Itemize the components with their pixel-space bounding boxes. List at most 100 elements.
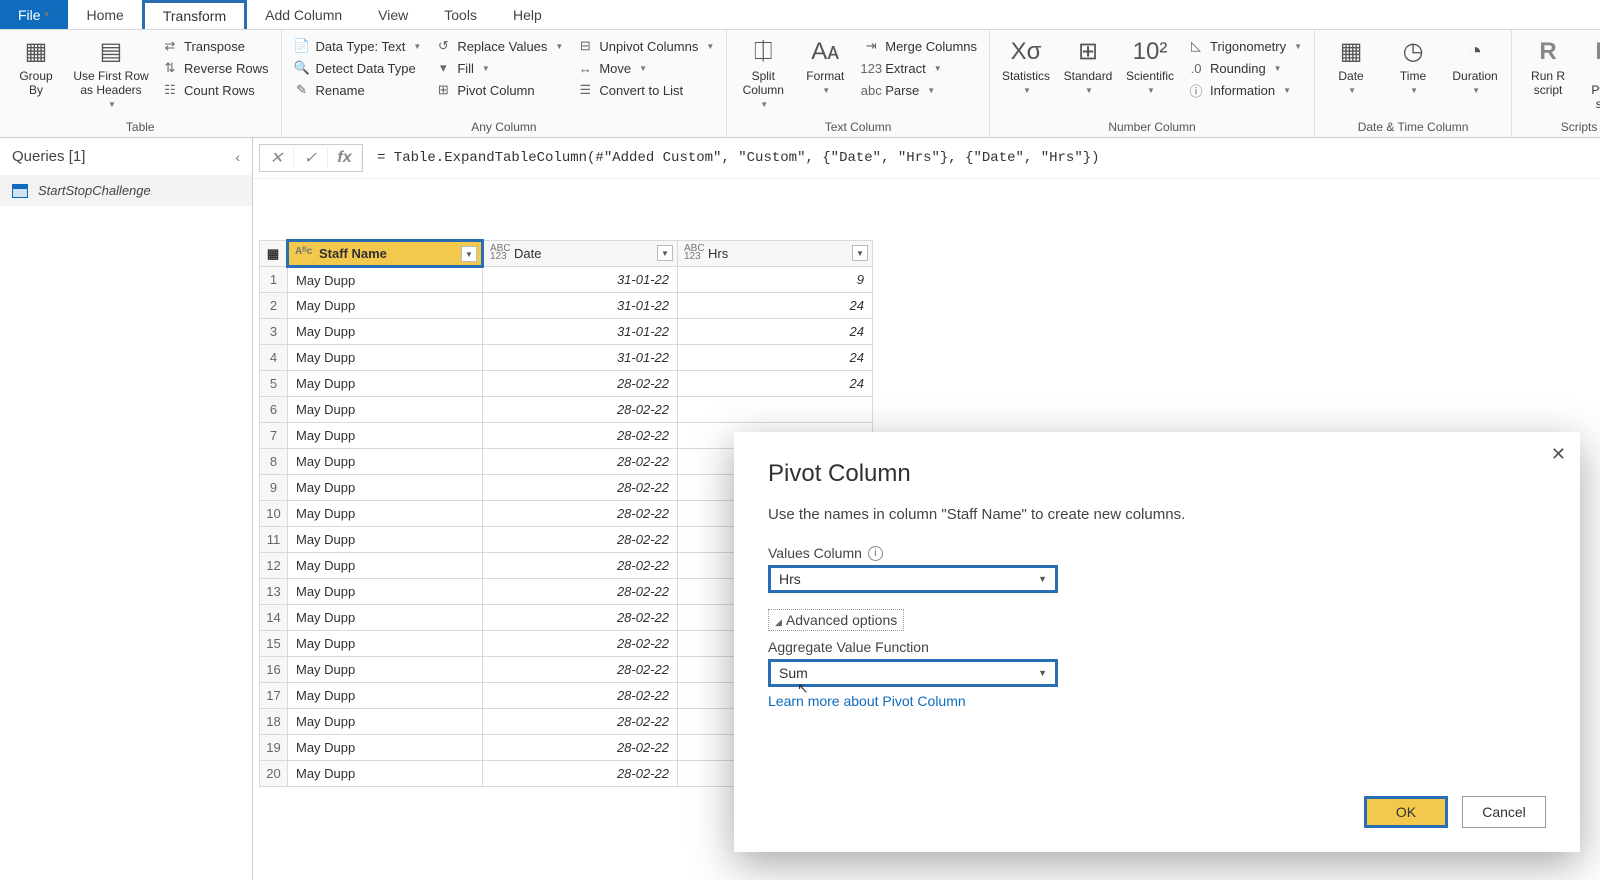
filter-button[interactable]: ▼ — [657, 245, 673, 261]
cell-staff[interactable]: May Dupp — [288, 267, 483, 293]
tab-transform[interactable]: Transform — [142, 0, 247, 29]
rounding-button[interactable]: .0Rounding▼ — [1182, 58, 1308, 78]
ok-button[interactable]: OK — [1364, 796, 1448, 828]
cell-staff[interactable]: May Dupp — [288, 735, 483, 761]
cell-date[interactable]: 28-02-22 — [483, 657, 678, 683]
unpivot-button[interactable]: ⊟Unpivot Columns▼ — [571, 36, 720, 56]
table-row[interactable]: 4May Dupp31-01-2224 — [260, 345, 873, 371]
cell-staff[interactable]: May Dupp — [288, 631, 483, 657]
pivot-column-button[interactable]: ⊞Pivot Column — [429, 80, 569, 100]
cell-staff[interactable]: May Dupp — [288, 371, 483, 397]
cell-staff[interactable]: May Dupp — [288, 683, 483, 709]
cell-date[interactable]: 28-02-22 — [483, 579, 678, 605]
cell-hrs[interactable]: 24 — [678, 319, 873, 345]
table-row[interactable]: 3May Dupp31-01-2224 — [260, 319, 873, 345]
duration-button[interactable]: ◔Duration▼ — [1445, 34, 1505, 95]
cell-hrs[interactable]: 24 — [678, 371, 873, 397]
cell-date[interactable]: 28-02-22 — [483, 501, 678, 527]
table-row[interactable]: 6May Dupp28-02-22 — [260, 397, 873, 423]
cancel-button[interactable]: Cancel — [1462, 796, 1546, 828]
merge-columns-button[interactable]: ⇥Merge Columns — [857, 36, 983, 56]
column-header-date[interactable]: ABC123 Date ▼ — [483, 241, 678, 267]
time-button[interactable]: ◷Time▼ — [1383, 34, 1443, 95]
cell-date[interactable]: 28-02-22 — [483, 423, 678, 449]
table-corner-button[interactable]: ▦ — [260, 241, 288, 267]
data-type-button[interactable]: 📄Data Type: Text▼ — [288, 36, 428, 56]
cell-date[interactable]: 31-01-22 — [483, 319, 678, 345]
info-icon[interactable]: i — [868, 546, 883, 561]
column-header-hrs[interactable]: ABC123 Hrs ▼ — [678, 241, 873, 267]
cell-staff[interactable]: May Dupp — [288, 605, 483, 631]
detect-type-button[interactable]: 🔍Detect Data Type — [288, 58, 428, 78]
extract-button[interactable]: 123Extract▼ — [857, 58, 983, 78]
reverse-rows-button[interactable]: ⇅Reverse Rows — [156, 58, 275, 78]
split-column-button[interactable]: ⎅Split Column▼ — [733, 34, 793, 109]
cell-staff[interactable]: May Dupp — [288, 657, 483, 683]
move-button[interactable]: ↔Move▼ — [571, 58, 720, 78]
cell-staff[interactable]: May Dupp — [288, 319, 483, 345]
cell-date[interactable]: 31-01-22 — [483, 267, 678, 293]
aggregate-function-dropdown[interactable]: Sum ▼ ↖ — [768, 659, 1058, 687]
cell-date[interactable]: 28-02-22 — [483, 761, 678, 787]
cell-date[interactable]: 28-02-22 — [483, 527, 678, 553]
cell-date[interactable]: 28-02-22 — [483, 475, 678, 501]
cell-date[interactable]: 28-02-22 — [483, 735, 678, 761]
cell-staff[interactable]: May Dupp — [288, 501, 483, 527]
standard-button[interactable]: ⊞Standard▼ — [1058, 34, 1118, 95]
cell-staff[interactable]: May Dupp — [288, 397, 483, 423]
tab-add-column[interactable]: Add Column — [247, 0, 360, 29]
cell-date[interactable]: 28-02-22 — [483, 449, 678, 475]
cell-staff[interactable]: May Dupp — [288, 709, 483, 735]
group-by-button[interactable]: ▦ Group By — [6, 34, 66, 98]
cell-hrs[interactable]: 24 — [678, 293, 873, 319]
cell-staff[interactable]: May Dupp — [288, 449, 483, 475]
cell-staff[interactable]: May Dupp — [288, 579, 483, 605]
filter-button[interactable]: ▼ — [461, 246, 477, 262]
date-button[interactable]: ▦Date▼ — [1321, 34, 1381, 95]
cell-staff[interactable]: May Dupp — [288, 293, 483, 319]
convert-list-button[interactable]: ☰Convert to List — [571, 80, 720, 100]
advanced-options-toggle[interactable]: Advanced options — [768, 609, 904, 631]
filter-button[interactable]: ▼ — [852, 245, 868, 261]
cell-date[interactable]: 31-01-22 — [483, 293, 678, 319]
cell-hrs[interactable]: 9 — [678, 267, 873, 293]
table-row[interactable]: 1May Dupp31-01-229 — [260, 267, 873, 293]
tab-help[interactable]: Help — [495, 0, 560, 29]
tab-home[interactable]: Home — [68, 0, 141, 29]
scientific-button[interactable]: 10²Scientific▼ — [1120, 34, 1180, 95]
count-rows-button[interactable]: ☷Count Rows — [156, 80, 275, 100]
cell-staff[interactable]: May Dupp — [288, 527, 483, 553]
query-item[interactable]: StartStopChallenge — [0, 175, 252, 206]
parse-button[interactable]: abcParse▼ — [857, 80, 983, 100]
replace-values-button[interactable]: ↺Replace Values▼ — [429, 36, 569, 56]
fx-button[interactable]: fx — [328, 149, 362, 167]
cell-staff[interactable]: May Dupp — [288, 553, 483, 579]
close-button[interactable]: ✕ — [1551, 444, 1566, 465]
column-header-staff[interactable]: Aᴮᴄ Staff Name ▼ — [288, 241, 483, 267]
cell-date[interactable]: 28-02-22 — [483, 397, 678, 423]
cell-date[interactable]: 28-02-22 — [483, 605, 678, 631]
format-button[interactable]: AᴀFormat▼ — [795, 34, 855, 95]
cell-staff[interactable]: May Dupp — [288, 345, 483, 371]
cell-date[interactable]: 28-02-22 — [483, 631, 678, 657]
values-column-dropdown[interactable]: Hrs ▼ — [768, 565, 1058, 593]
cell-hrs[interactable] — [678, 397, 873, 423]
cell-date[interactable]: 28-02-22 — [483, 709, 678, 735]
trigonometry-button[interactable]: ◺Trigonometry▼ — [1182, 36, 1308, 56]
run-r-button[interactable]: RRun R script — [1518, 34, 1578, 98]
table-row[interactable]: 5May Dupp28-02-2224 — [260, 371, 873, 397]
transpose-button[interactable]: ⇄Transpose — [156, 36, 275, 56]
formula-text[interactable]: = Table.ExpandTableColumn(#"Added Custom… — [363, 150, 1114, 166]
cell-date[interactable]: 28-02-22 — [483, 683, 678, 709]
cell-staff[interactable]: May Dupp — [288, 475, 483, 501]
tab-tools[interactable]: Tools — [426, 0, 495, 29]
cancel-formula-button[interactable]: ✕ — [260, 148, 294, 168]
fill-button[interactable]: ▾Fill▼ — [429, 58, 569, 78]
first-row-headers-button[interactable]: ▤ Use First Row as Headers ▼ — [68, 34, 154, 109]
collapse-pane-button[interactable]: ‹ — [235, 149, 240, 165]
learn-more-link[interactable]: Learn more about Pivot Column — [768, 693, 1546, 709]
table-row[interactable]: 2May Dupp31-01-2224 — [260, 293, 873, 319]
statistics-button[interactable]: XσStatistics▼ — [996, 34, 1056, 95]
run-python-button[interactable]: PyRun Python script — [1580, 34, 1600, 111]
cell-hrs[interactable]: 24 — [678, 345, 873, 371]
